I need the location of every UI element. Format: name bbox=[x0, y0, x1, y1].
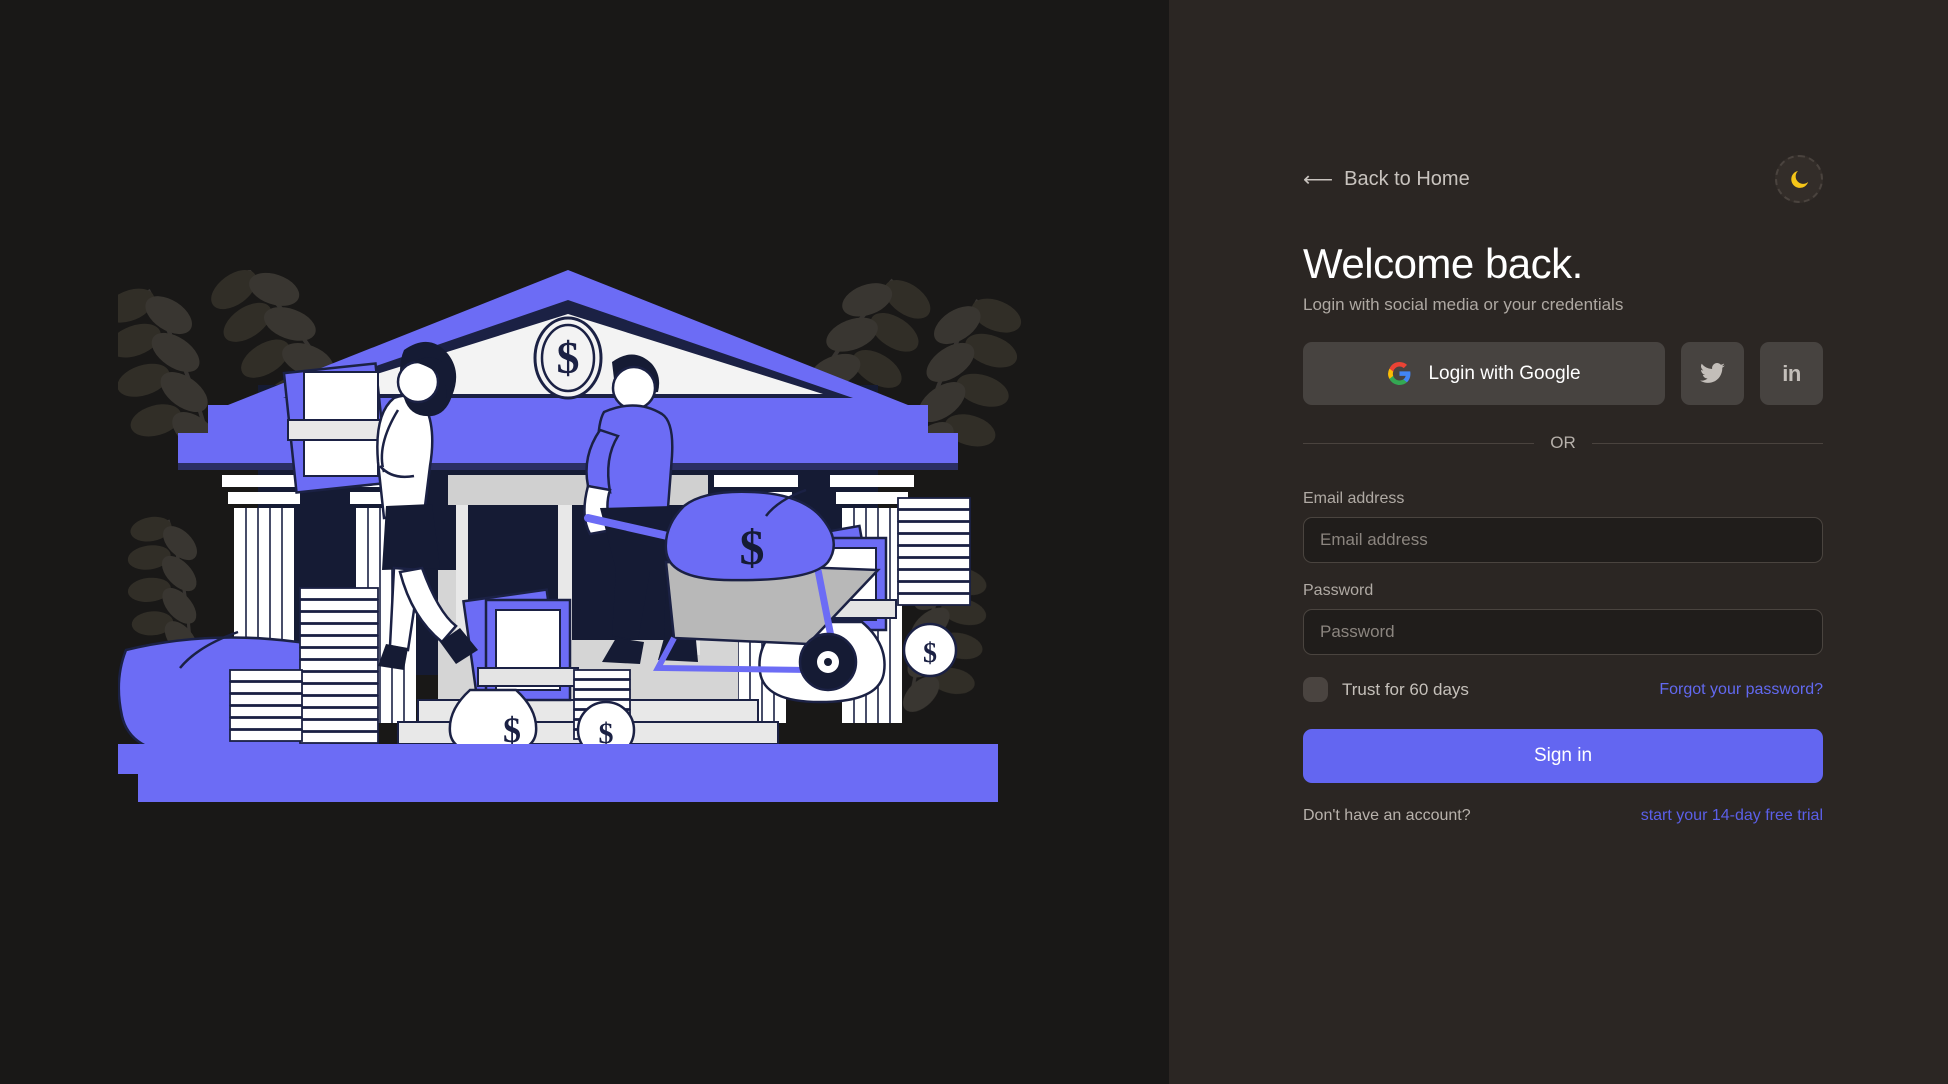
email-label: Email address bbox=[1303, 490, 1405, 508]
divider-line-right bbox=[1591, 442, 1823, 444]
password-input[interactable] bbox=[1303, 609, 1823, 656]
bank-money-illustration: $ $ $ $ $ bbox=[118, 270, 1053, 820]
signup-prompt: Don't have an account? bbox=[1303, 807, 1471, 825]
free-trial-link[interactable]: start your 14-day free trial bbox=[1641, 807, 1823, 825]
login-with-google-label: Login with Google bbox=[1428, 362, 1581, 384]
twitter-icon bbox=[1700, 363, 1725, 384]
google-logo-icon bbox=[1388, 362, 1411, 386]
login-form-panel: ⟵ Back to Home Welcome back. Login with … bbox=[1169, 0, 1948, 1084]
arrow-left-icon: ⟵ bbox=[1303, 167, 1333, 191]
login-form: ⟵ Back to Home Welcome back. Login with … bbox=[1303, 0, 1823, 1084]
linkedin-icon: in bbox=[1782, 360, 1801, 386]
password-field-group: Password bbox=[1303, 582, 1823, 656]
back-to-home-label: Back to Home bbox=[1344, 167, 1470, 190]
form-header-row: ⟵ Back to Home bbox=[1303, 155, 1823, 203]
page-subtitle: Login with social media or your credenti… bbox=[1303, 295, 1624, 315]
svg-text:$: $ bbox=[923, 638, 937, 669]
login-page: $ $ $ $ $ ⟵ Back to Home Welcome back. L… bbox=[0, 0, 1948, 1084]
trust-checkbox[interactable] bbox=[1303, 677, 1328, 703]
trust-label: Trust for 60 days bbox=[1342, 679, 1469, 699]
theme-toggle-button[interactable] bbox=[1775, 155, 1823, 203]
or-divider: OR bbox=[1303, 433, 1823, 453]
back-to-home-link[interactable]: ⟵ Back to Home bbox=[1303, 168, 1470, 191]
moon-icon bbox=[1790, 170, 1808, 188]
sign-in-button[interactable]: Sign in bbox=[1303, 729, 1823, 784]
divider-line-left bbox=[1303, 442, 1535, 444]
login-with-google-button[interactable]: Login with Google bbox=[1303, 342, 1665, 406]
trust-device-toggle[interactable]: Trust for 60 days bbox=[1303, 677, 1469, 703]
page-title: Welcome back. bbox=[1303, 240, 1583, 287]
email-field-group: Email address bbox=[1303, 490, 1823, 564]
divider-label: OR bbox=[1550, 433, 1576, 453]
svg-text:$: $ bbox=[557, 332, 580, 383]
illustration-panel: $ $ $ $ $ bbox=[0, 0, 1169, 1084]
forgot-password-link[interactable]: Forgot your password? bbox=[1659, 681, 1823, 699]
social-login-row: Login with Google in bbox=[1303, 342, 1823, 406]
password-label: Password bbox=[1303, 582, 1374, 600]
svg-text:$: $ bbox=[740, 519, 765, 575]
form-options-row: Trust for 60 days Forgot your password? bbox=[1303, 677, 1823, 703]
signup-footer-row: Don't have an account? start your 14-day… bbox=[1303, 807, 1823, 825]
login-with-linkedin-button[interactable]: in bbox=[1760, 342, 1823, 406]
login-with-twitter-button[interactable] bbox=[1681, 342, 1744, 406]
email-input[interactable] bbox=[1303, 517, 1823, 564]
